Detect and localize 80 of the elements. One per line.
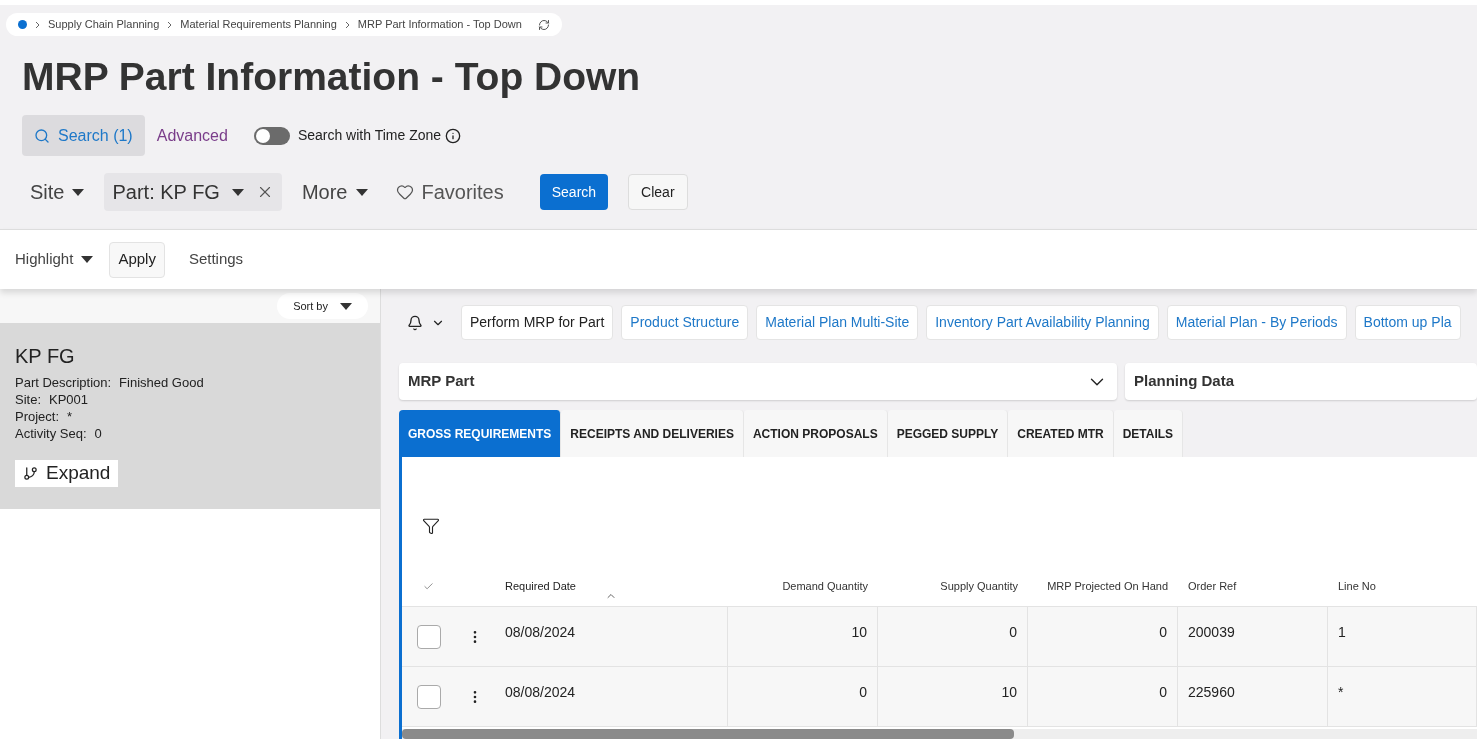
chip-label: Part: KP FG (112, 180, 220, 205)
heart-icon (395, 183, 414, 201)
field-label: Site: (15, 391, 41, 408)
info-icon[interactable] (445, 127, 462, 144)
selector-field[interactable]: Planning Data (1125, 363, 1477, 400)
breadcrumb-link[interactable]: Supply Chain Planning (48, 16, 160, 33)
filter-chip[interactable]: Part: KP FG (104, 173, 282, 211)
table-cell-text: 10 (851, 623, 867, 642)
apply-button[interactable]: Apply (109, 241, 165, 278)
table-cell-text: 200039 (1188, 623, 1235, 642)
filter-dropdown[interactable]: Site (22, 173, 93, 211)
breadcrumb-link[interactable]: Material Requirements Planning (180, 16, 337, 33)
card-title: KP FG (15, 344, 75, 369)
tab[interactable]: DETAILS (1113, 410, 1184, 457)
check-icon[interactable] (423, 581, 434, 592)
row-checkbox[interactable] (416, 625, 441, 649)
chevron-icon (167, 20, 173, 29)
bell-icon (407, 314, 423, 331)
column-header[interactable]: Required Date (505, 578, 576, 595)
table-cell-text: 225960 (1188, 683, 1235, 702)
tab[interactable]: ACTION PROPOSALS (743, 410, 888, 457)
field-label: Project: (15, 408, 60, 425)
column-header[interactable]: Supply Quantity (940, 578, 1018, 595)
caret-icon (72, 188, 85, 196)
expand-button[interactable]: Expand (15, 460, 119, 487)
scrollbar[interactable] (402, 729, 1014, 739)
table-cell-text: 08/08/2024 (505, 683, 576, 702)
favorites-button[interactable]: Favorites (387, 173, 512, 211)
clear-button[interactable]: Clear (628, 174, 688, 210)
row-checkbox[interactable] (416, 685, 441, 709)
search-button[interactable]: Search (539, 174, 609, 210)
field-value: Finished Good (119, 374, 204, 391)
link-button[interactable]: Product Structure (621, 305, 749, 340)
chevron-icon (35, 20, 40, 29)
field-value: * (67, 408, 73, 425)
link-button[interactable]: Bottom up Pla (1354, 305, 1461, 340)
tab[interactable]: GROSS REQUIREMENTS (399, 410, 562, 457)
refresh-icon[interactable] (537, 18, 550, 31)
column-header[interactable]: Line No (1338, 578, 1376, 595)
link-button[interactable]: Material Plan Multi-Site (756, 305, 919, 340)
table-cell-text: 10 (1001, 683, 1017, 702)
settings-button[interactable]: Settings (188, 248, 244, 271)
caret-icon (340, 302, 352, 310)
table-cell-text: 0 (1159, 683, 1167, 702)
caret-icon (355, 188, 368, 196)
column-header[interactable]: Order Ref (1188, 578, 1237, 595)
caret-icon (231, 188, 244, 196)
breadcrumb-link[interactable]: MRP Part Information - Top Down (357, 16, 522, 33)
caret-icon (81, 256, 94, 263)
search-icon (34, 127, 50, 144)
table-cell-text: 08/08/2024 (505, 623, 576, 642)
table-cell-text: * (1338, 683, 1344, 702)
tab[interactable]: CREATED MTR (1008, 410, 1114, 457)
field-label: Part Description: (15, 374, 112, 391)
toggle-switch[interactable] (253, 126, 290, 145)
sort-by-button[interactable]: Sort by (277, 293, 368, 319)
table-cell-text: 0 (1159, 623, 1167, 642)
table-cell-text: 1 (1338, 623, 1346, 642)
field-value: 0 (94, 425, 102, 442)
tab[interactable]: PEGGED SUPPLY (887, 410, 1009, 457)
tab[interactable]: RECEIPTS AND DELIVERIES (561, 410, 744, 457)
chevron-icon (344, 20, 350, 29)
page-title: MRP Part Information - Top Down (21, 54, 642, 100)
selector-field[interactable]: MRP Part (399, 363, 1117, 400)
link-button[interactable]: Inventory Part Availability Planning (926, 305, 1159, 340)
command-button[interactable]: Perform MRP for Part (461, 305, 614, 340)
highlight-dropdown[interactable]: Highlight (15, 248, 94, 271)
link-button[interactable]: Material Plan - By Periods (1166, 305, 1347, 340)
filter-dropdown[interactable]: More (293, 173, 376, 211)
branch-icon (23, 466, 38, 481)
toggle-label: Search with Time Zone (297, 126, 442, 145)
column-header[interactable]: Demand Quantity (782, 578, 868, 595)
filter-icon[interactable] (422, 517, 440, 535)
field-value: KP001 (49, 391, 89, 408)
table-cell-text: 0 (1009, 623, 1017, 642)
column-header[interactable]: MRP Projected On Hand (1047, 578, 1168, 595)
table-cell-text: 0 (859, 683, 867, 702)
advanced-link[interactable]: Advanced (156, 123, 228, 148)
field-label: Activity Seq: (15, 425, 87, 442)
part-card[interactable]: KP FG Part Description: Finished Good Site: KP001 Project: * Activity Seq: 0 Expand (0, 323, 380, 509)
